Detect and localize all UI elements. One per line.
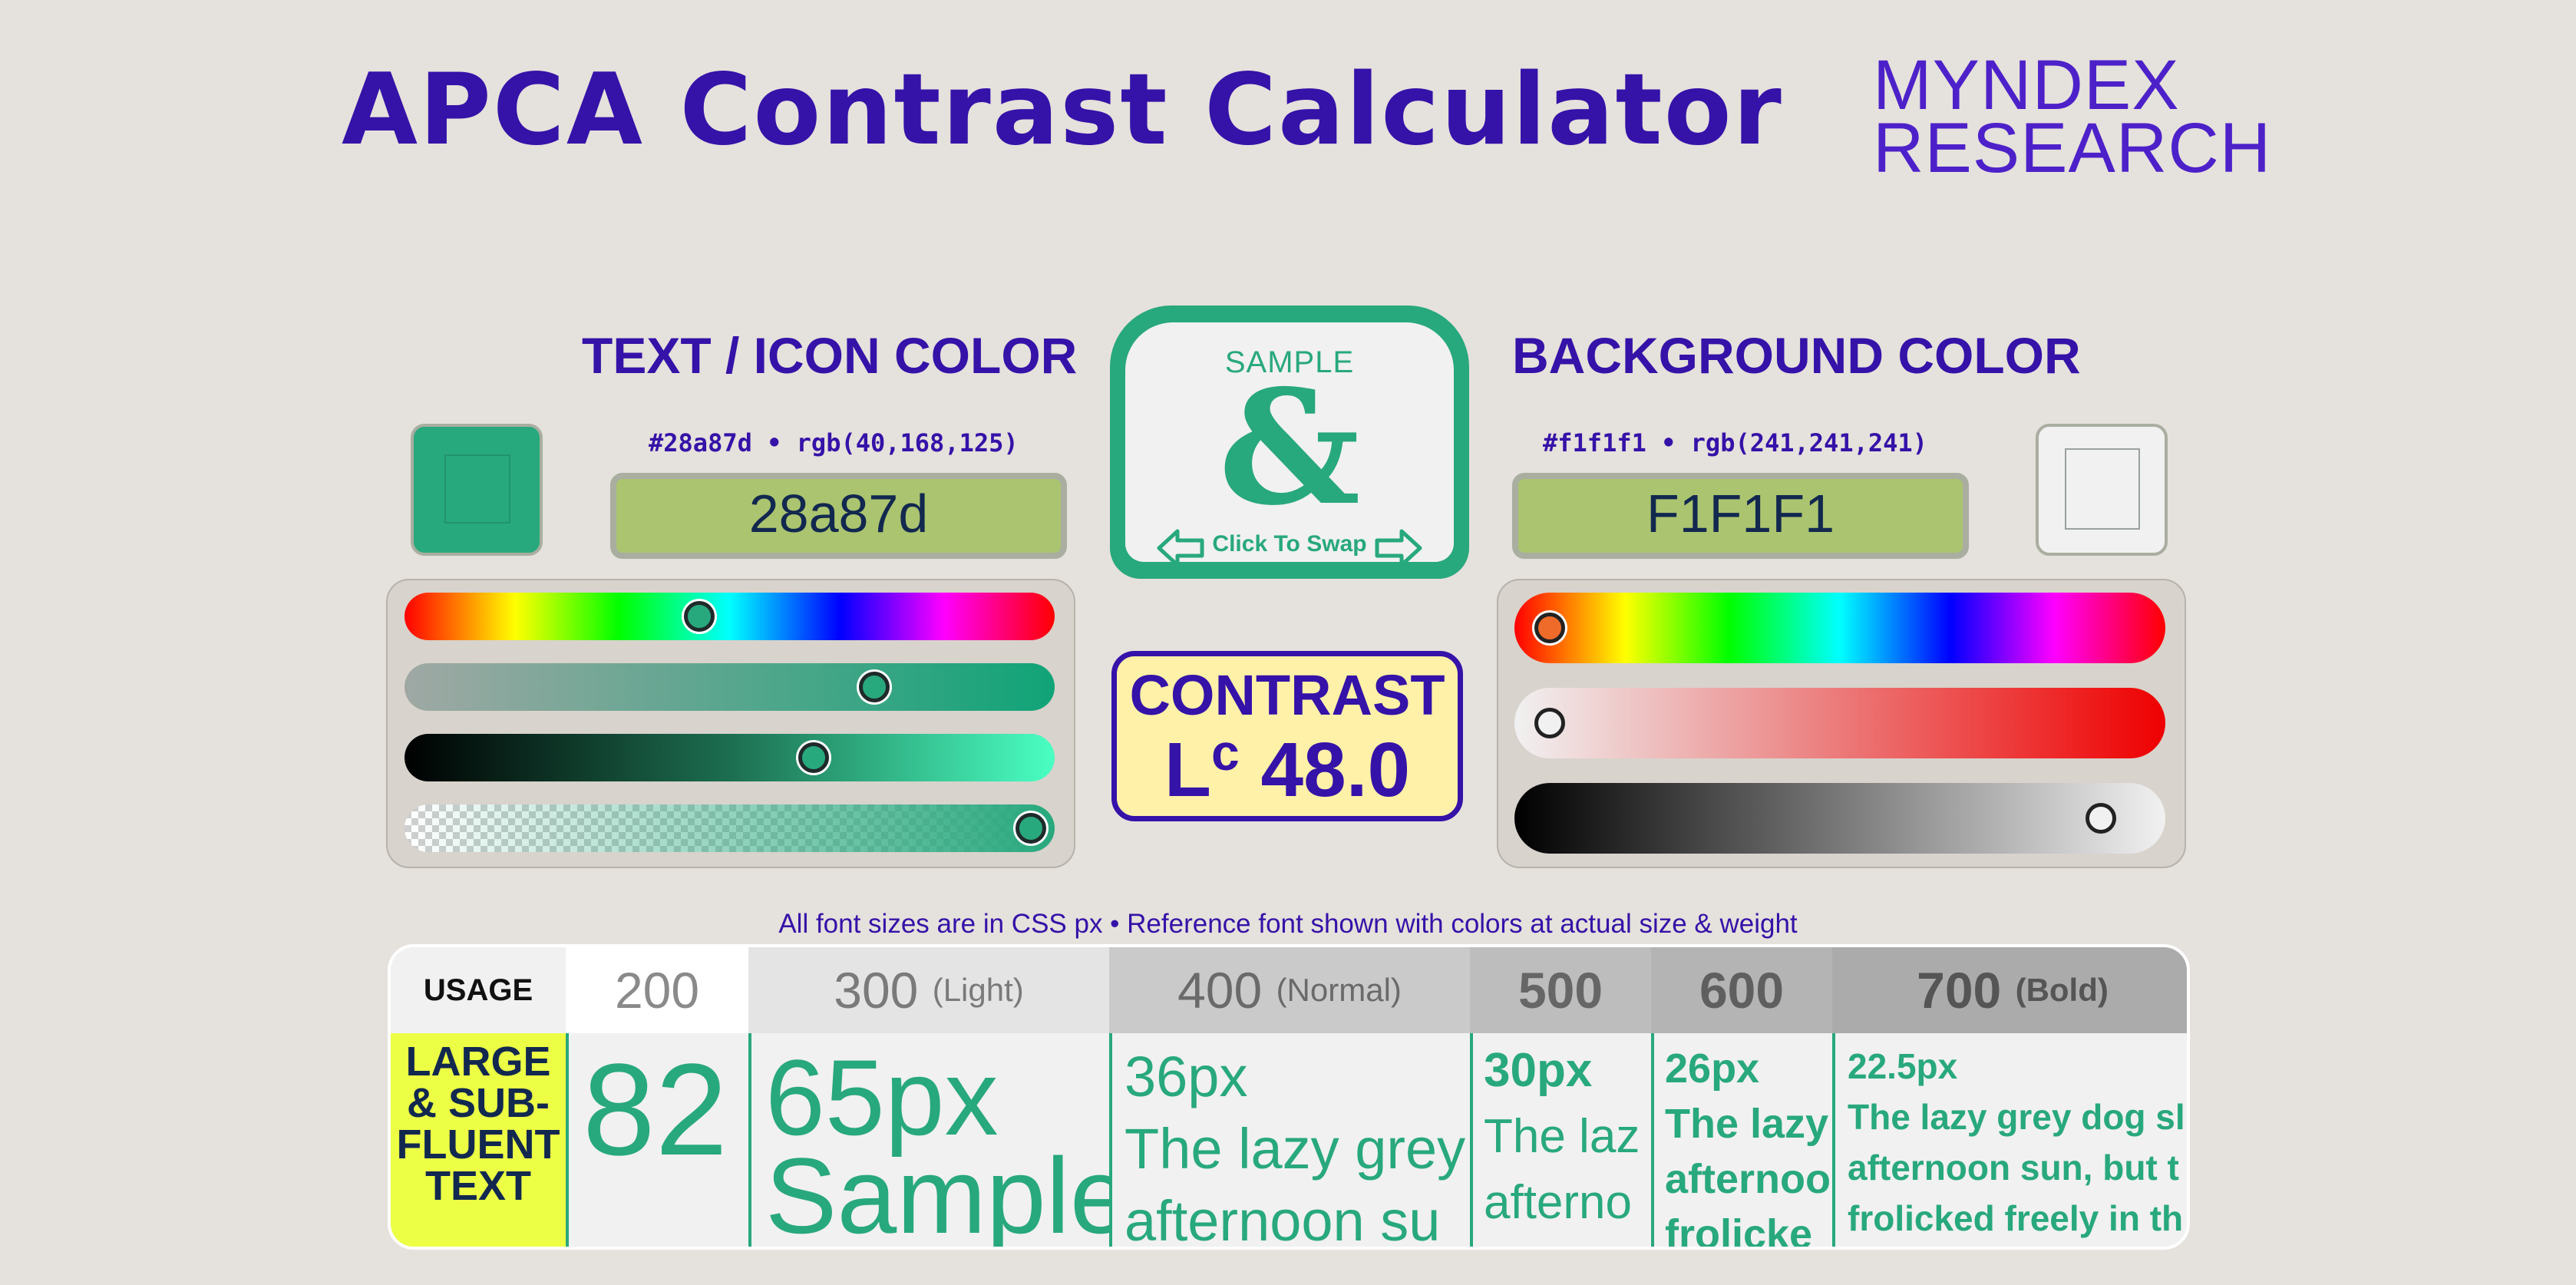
usage-line: & SUB-	[407, 1080, 550, 1126]
weight-value: 500	[1518, 962, 1603, 1019]
weight-header-200: 200	[566, 947, 748, 1033]
sample-size: 26px	[1665, 1046, 1760, 1092]
weight-header-300: 300 (Light)	[748, 947, 1109, 1033]
sample-text-line: Sample	[765, 1135, 1109, 1250]
usage-line: TEXT	[424, 1163, 531, 1209]
swap-card: SAMPLE & Click To Swap	[1125, 322, 1454, 567]
text-color-swatch[interactable]	[411, 424, 543, 556]
sample-text-line: afternoon su	[1125, 1189, 1441, 1250]
weight-value: 200	[614, 962, 700, 1019]
background-color-swatch[interactable]	[2036, 424, 2168, 556]
text-alpha-slider[interactable]	[405, 804, 1055, 852]
brand-line-1: MYNDEX	[1873, 46, 2180, 124]
sample-cell-700: 22.5px The lazy grey dog sl afternoon su…	[1832, 1033, 2187, 1247]
background-lightness-slider[interactable]	[1514, 783, 2165, 854]
sample-text-line: afterno	[1484, 1176, 1633, 1229]
text-color-info: #28a87d • rgb(40,168,125)	[649, 428, 1019, 458]
contrast-title: CONTRAST	[1129, 663, 1445, 727]
swap-colors-button[interactable]: SAMPLE & Click To Swap	[1110, 306, 1469, 579]
background-saturation-slider-handle[interactable]	[1534, 708, 1565, 738]
app-title: APCA Contrast Calculator	[342, 53, 1783, 167]
contrast-result: CONTRAST Lc 48.0	[1111, 651, 1463, 821]
sample-cell-500: 30px The laz afterno	[1470, 1033, 1651, 1247]
weight-value: 600	[1699, 962, 1785, 1019]
usage-cell: LARGE & SUB- FLUENT TEXT	[391, 1033, 566, 1247]
sample-text-line: frolicke	[1665, 1211, 1813, 1250]
background-color-heading: BACKGROUND COLOR	[1512, 327, 2081, 384]
sample-size: 22.5px	[1848, 1046, 1958, 1086]
sample-text-line: The lazy	[1665, 1101, 1829, 1147]
background-color-hex-input[interactable]: F1F1F1	[1512, 473, 1969, 559]
sample-size: 36px	[1125, 1045, 1248, 1108]
usage-line: LARGE	[405, 1039, 551, 1085]
font-lookup-table: USAGE 200 300 (Light) 400 (Normal) 500 6…	[388, 944, 2190, 1250]
sample-cell-400: 36px The lazy grey afternoon su	[1109, 1033, 1470, 1250]
sample-cell-200: 82	[566, 1033, 748, 1247]
ampersand-sample-glyph: &	[1218, 356, 1361, 540]
background-hue-slider[interactable]	[1514, 593, 2165, 663]
sample-text-line: The lazy grey	[1125, 1117, 1466, 1181]
brand-logo: MYNDEX RESEARCH	[1873, 46, 2272, 187]
background-color-info: #f1f1f1 • rgb(241,241,241)	[1543, 428, 1927, 458]
text-color-hex-input[interactable]: 28a87d	[610, 473, 1067, 559]
text-hue-slider[interactable]	[405, 593, 1055, 640]
background-lightness-slider-handle[interactable]	[2086, 803, 2117, 834]
weight-value: 400	[1177, 962, 1263, 1019]
weight-header-700: 700 (Bold)	[1832, 947, 2187, 1033]
background-hue-slider-handle[interactable]	[1534, 613, 1565, 643]
sample-cell-300: 65px Sample	[748, 1033, 1109, 1250]
text-hue-slider-handle[interactable]	[684, 601, 715, 632]
sample-text-line: frolicked freely in th	[1848, 1198, 2184, 1238]
font-size-note: All font sizes are in CSS px • Reference…	[778, 909, 1798, 939]
weight-header-600: 600	[1651, 947, 1832, 1033]
weight-header-500: 500	[1470, 947, 1651, 1033]
contrast-value-line: Lc 48.0	[1117, 727, 1458, 808]
text-alpha-slider-handle[interactable]	[1016, 813, 1046, 844]
weight-desc: (Bold)	[2015, 972, 2109, 1008]
text-lightness-slider[interactable]	[405, 734, 1055, 781]
usage-line: FLUENT	[396, 1121, 560, 1168]
usage-header: USAGE	[391, 947, 566, 1033]
text-saturation-slider[interactable]	[405, 663, 1055, 711]
contrast-value: 48.0	[1260, 727, 1411, 813]
weight-value: 700	[1917, 962, 2002, 1019]
arrow-right-icon	[1375, 529, 1422, 567]
contrast-prefix-sup: c	[1210, 724, 1240, 781]
brand-line-2: RESEARCH	[1873, 109, 2272, 187]
weight-header-400: 400 (Normal)	[1109, 947, 1470, 1033]
weight-value: 300	[834, 962, 919, 1019]
text-saturation-slider-handle[interactable]	[858, 672, 890, 702]
sample-text-line: The lazy grey dog sl	[1848, 1097, 2185, 1137]
sample-cell-600: 26px The lazy afternoo frolicke	[1651, 1033, 1832, 1250]
sample-size: 30px	[1484, 1044, 1593, 1097]
sample-size: 82	[583, 1037, 728, 1183]
text-lightness-slider-handle[interactable]	[798, 742, 830, 773]
swatch-inner	[2065, 448, 2140, 530]
contrast-prefix: L	[1164, 727, 1211, 813]
background-saturation-slider[interactable]	[1514, 688, 2165, 758]
sample-text-line: afternoon sun, but t	[1848, 1148, 2179, 1188]
swatch-inner	[444, 454, 510, 524]
sample-text-line: The laz	[1484, 1110, 1640, 1163]
weight-desc: (Normal)	[1276, 972, 1402, 1008]
sample-size: 65px	[765, 1037, 999, 1158]
text-color-heading: TEXT / ICON COLOR	[582, 327, 1078, 384]
weight-desc: (Light)	[932, 972, 1024, 1008]
sample-text-line: afternoo	[1665, 1156, 1831, 1202]
